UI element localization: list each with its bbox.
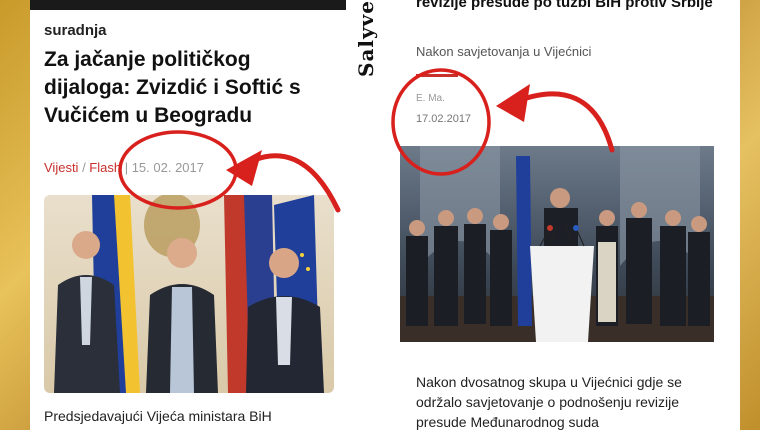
- meta-author: K.: [240, 160, 253, 175]
- photo-press-conference: [400, 146, 714, 342]
- meta-subsection-link[interactable]: Flash: [89, 160, 121, 175]
- right-article-panel: revizije presude po tužbi BiH protiv Srb…: [400, 0, 740, 430]
- meta-author-gap: [204, 160, 240, 175]
- meta-section-link[interactable]: Vijesti: [44, 160, 78, 175]
- article-meta: Vijesti / Flash | 15. 02. 2017 K.: [44, 160, 344, 175]
- article-subtitle: Nakon savjetovanja u Vijećnici: [416, 44, 592, 59]
- accent-divider: [416, 74, 458, 77]
- article-author: E. Ma.: [416, 93, 445, 104]
- photo-three-men-flags: [54, 195, 324, 393]
- article-date: 17.02.2017: [416, 113, 472, 125]
- meta-date: 15. 02. 2017: [131, 160, 204, 175]
- article-lead: Nakon dvosatnog skupa u Vijećnici gdje s…: [416, 374, 682, 430]
- watermark-text: Salyve: [354, 0, 378, 77]
- article-category[interactable]: suradnja: [44, 22, 107, 39]
- article-photo[interactable]: [44, 195, 334, 393]
- article-title[interactable]: revizije presude po tužbi BiH protiv Srb…: [416, 0, 736, 14]
- meta-separator: /: [78, 160, 90, 175]
- article-lead: Predsjedavajući Vijeća ministara BiH: [44, 408, 272, 424]
- article-title[interactable]: Za jačanje političkog dijaloga: Zvizdić …: [44, 46, 340, 130]
- left-article-panel: suradnja Za jačanje političkog dijaloga:…: [30, 0, 346, 430]
- left-top-bar: [30, 0, 346, 10]
- meta-separator: |: [121, 160, 132, 175]
- article-photo[interactable]: [400, 146, 714, 342]
